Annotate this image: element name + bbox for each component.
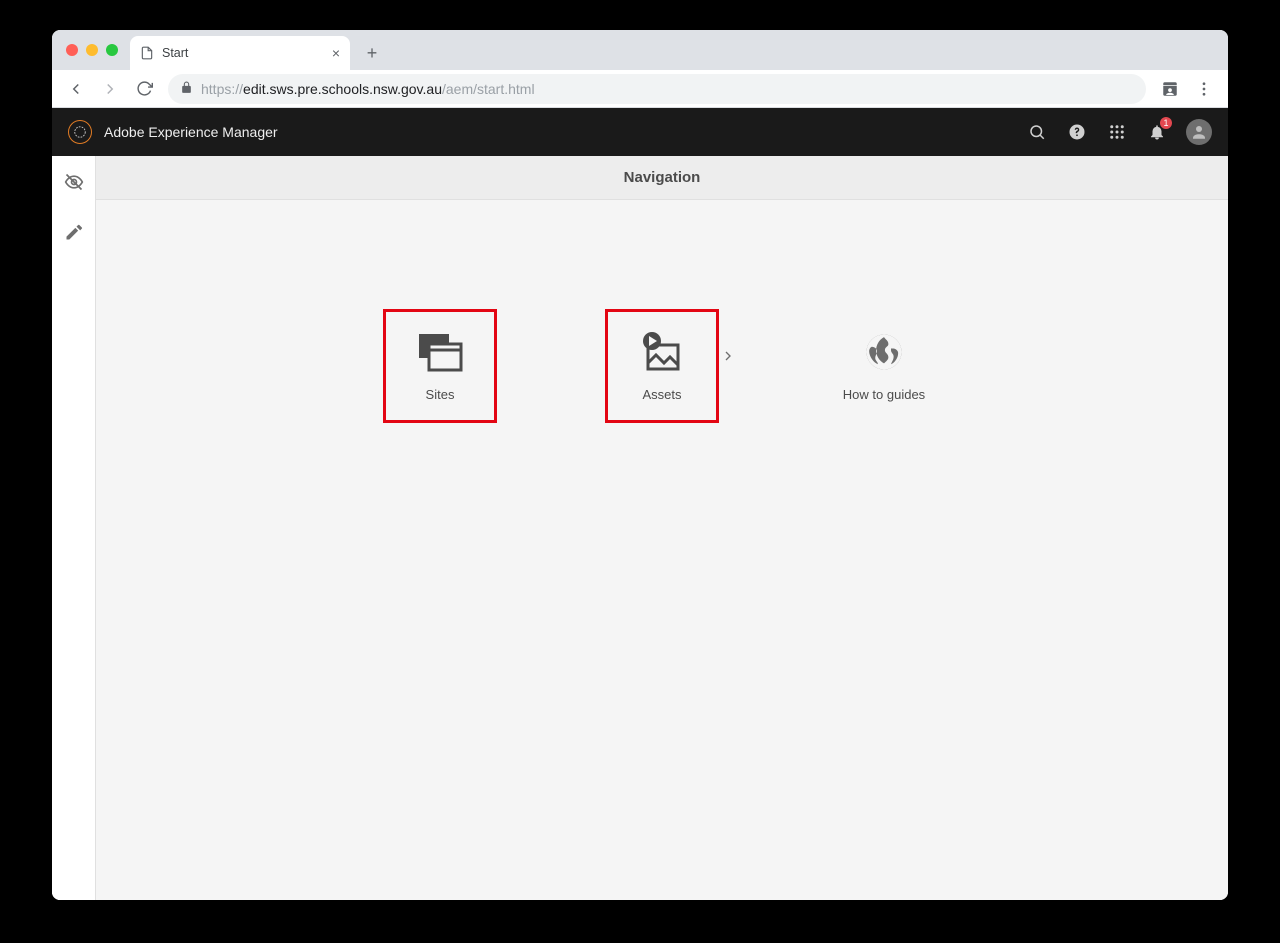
tab-title: Start bbox=[162, 46, 332, 60]
notifications-button[interactable]: 1 bbox=[1146, 121, 1168, 143]
user-avatar[interactable] bbox=[1186, 119, 1212, 145]
lock-icon bbox=[180, 81, 193, 97]
nav-card-label: How to guides bbox=[843, 387, 925, 402]
nav-card-assets[interactable]: Assets bbox=[606, 310, 718, 422]
aem-body: Navigation Sites bbox=[52, 156, 1228, 900]
url-path: /aem/start.html bbox=[442, 81, 535, 97]
card-area: Sites Assets bbox=[96, 200, 1228, 900]
nav-card-label: Assets bbox=[642, 387, 681, 402]
forward-button[interactable] bbox=[94, 73, 126, 105]
aem-main: Navigation Sites bbox=[96, 156, 1228, 900]
browser-window: Start × + https://edit.sws.pre.schools.n… bbox=[52, 30, 1228, 900]
account-icon[interactable] bbox=[1154, 73, 1186, 105]
nav-card-label: Sites bbox=[426, 387, 455, 402]
window-close-button[interactable] bbox=[66, 44, 78, 56]
tab-strip: Start × + bbox=[52, 30, 1228, 70]
tab-close-button[interactable]: × bbox=[332, 45, 340, 61]
nav-heading: Navigation bbox=[96, 156, 1228, 200]
help-button[interactable] bbox=[1066, 121, 1088, 143]
page-favicon-icon bbox=[140, 46, 154, 60]
back-button[interactable] bbox=[60, 73, 92, 105]
rail-tools-button[interactable] bbox=[58, 216, 90, 248]
nav-card-howto[interactable]: How to guides bbox=[828, 310, 940, 422]
address-bar[interactable]: https://edit.sws.pre.schools.nsw.gov.au/… bbox=[168, 74, 1146, 104]
rail-navigation-button[interactable] bbox=[58, 166, 90, 198]
url-prefix: https:// bbox=[201, 81, 243, 97]
left-rail bbox=[52, 156, 96, 900]
browser-tab[interactable]: Start × bbox=[130, 36, 350, 70]
apps-button[interactable] bbox=[1106, 121, 1128, 143]
assets-icon bbox=[638, 331, 686, 373]
window-controls bbox=[66, 44, 118, 56]
sites-icon bbox=[416, 331, 464, 373]
search-button[interactable] bbox=[1026, 121, 1048, 143]
browser-toolbar: https://edit.sws.pre.schools.nsw.gov.au/… bbox=[52, 70, 1228, 108]
window-zoom-button[interactable] bbox=[106, 44, 118, 56]
chevron-right-icon bbox=[720, 348, 736, 369]
reload-button[interactable] bbox=[128, 73, 160, 105]
globe-icon bbox=[860, 331, 908, 373]
url-text: https://edit.sws.pre.schools.nsw.gov.au/… bbox=[201, 81, 1134, 97]
product-name: Adobe Experience Manager bbox=[104, 124, 1026, 140]
url-host: edit.sws.pre.schools.nsw.gov.au bbox=[243, 81, 442, 97]
nav-card-sites[interactable]: Sites bbox=[384, 310, 496, 422]
window-minimize-button[interactable] bbox=[86, 44, 98, 56]
aem-logo[interactable] bbox=[68, 120, 92, 144]
notification-badge: 1 bbox=[1160, 117, 1172, 129]
aem-header-actions: 1 bbox=[1026, 119, 1212, 145]
browser-menu-button[interactable] bbox=[1188, 73, 1220, 105]
new-tab-button[interactable]: + bbox=[358, 39, 386, 67]
aem-header: Adobe Experience Manager 1 bbox=[52, 108, 1228, 156]
